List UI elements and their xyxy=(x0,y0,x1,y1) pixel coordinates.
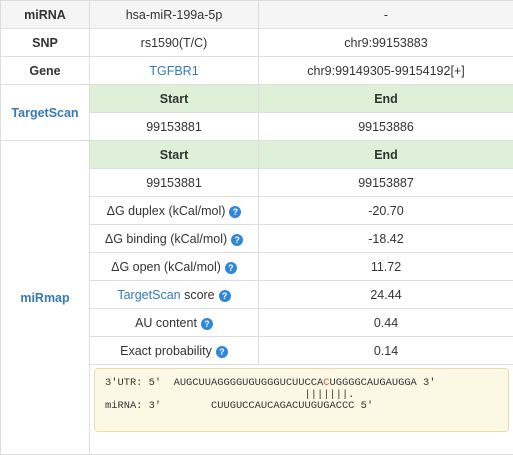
info-icon[interactable]: ? xyxy=(224,261,237,274)
mirmap-end-header: End xyxy=(258,140,513,169)
metric-value: 24.44 xyxy=(258,280,513,309)
gene-link[interactable]: TGFBR1 xyxy=(149,64,198,78)
alignment-pairs: |||||||. xyxy=(105,388,355,401)
targetscan-start: 99153881 xyxy=(89,112,259,141)
targetscan-label: TargetScan xyxy=(0,84,90,141)
targetscan-start-header: Start xyxy=(89,84,259,113)
metric-label: score xyxy=(180,287,215,302)
gene-position: chr9:99149305-99154192[+] xyxy=(258,56,513,85)
utr-seq-suffix: UGGGGCAUGAUGGA 3' xyxy=(329,377,436,389)
targetscan-link[interactable]: TargetScan xyxy=(117,288,180,302)
gene-label: Gene xyxy=(0,56,90,85)
metric-label: ΔG open (kCal/mol) xyxy=(111,259,221,274)
alignment-cell: 3'UTR: 5' AUGCUUAGGGGUGUGGGUCUUCCACUGGGG… xyxy=(89,364,513,455)
alignment-box: 3'UTR: 5' AUGCUUAGGGGUGUGGGUCUUCCACUGGGG… xyxy=(94,368,509,432)
mirna-value: hsa-miR-199a-5p xyxy=(89,0,259,29)
mirmap-label: miRmap xyxy=(0,140,90,455)
gene-row: Gene TGFBR1 chr9:99149305-99154192[+] xyxy=(0,56,513,85)
metric-label-cell: TargetScan score? xyxy=(89,280,259,309)
targetscan-header-row: TargetScan Start End xyxy=(0,84,513,141)
targetscan-end: 99153886 xyxy=(258,112,513,141)
mirna-label: miRNA xyxy=(0,0,90,29)
metric-label: Exact probability xyxy=(120,343,212,358)
mirna-extra: - xyxy=(258,0,513,29)
metric-value: 0.14 xyxy=(258,336,513,365)
metric-label-cell: ΔG open (kCal/mol)? xyxy=(89,252,259,281)
snp-label: SNP xyxy=(0,28,90,57)
info-icon[interactable]: ? xyxy=(200,317,213,330)
targetscan-end-header: End xyxy=(258,84,513,113)
mirna-row: miRNA hsa-miR-199a-5p - xyxy=(0,0,513,29)
mirmap-start-header: Start xyxy=(89,140,259,169)
metric-value: 11.72 xyxy=(258,252,513,281)
snp-position: chr9:99153883 xyxy=(258,28,513,57)
mirmap-start: 99153881 xyxy=(89,168,259,197)
metric-label-cell: AU content? xyxy=(89,308,259,337)
metric-value: -20.70 xyxy=(258,196,513,225)
utr-seq-prefix: 3'UTR: 5' AUGCUUAGGGGUGUGGGUCUUCCA xyxy=(105,377,324,389)
metric-label-cell: ΔG binding (kCal/mol)? xyxy=(89,224,259,253)
snp-row: SNP rs1590(T/C) chr9:99153883 xyxy=(0,28,513,57)
info-icon[interactable]: ? xyxy=(218,289,231,302)
snp-detail-table: miRNA hsa-miR-199a-5p - SNP rs1590(T/C) … xyxy=(0,0,513,455)
info-icon[interactable]: ? xyxy=(229,205,242,218)
metric-label: AU content xyxy=(135,315,197,330)
info-icon[interactable]: ? xyxy=(215,345,228,358)
metric-label-cell: ΔG duplex (kCal/mol)? xyxy=(89,196,259,225)
mirmap-end: 99153887 xyxy=(258,168,513,197)
metric-value: -18.42 xyxy=(258,224,513,253)
snp-value: rs1590(T/C) xyxy=(89,28,259,57)
metric-value: 0.44 xyxy=(258,308,513,337)
mirna-seq: miRNA: 3' CUUGUCCAUCAGACUUGUGACCC 5' xyxy=(105,400,374,412)
metric-label-cell: Exact probability? xyxy=(89,336,259,365)
info-icon[interactable]: ? xyxy=(231,233,244,246)
mirmap-header-row: miRmap Start End xyxy=(0,140,513,455)
gene-link-cell: TGFBR1 xyxy=(89,56,259,85)
metric-label: ΔG binding (kCal/mol) xyxy=(104,231,228,246)
metric-label: ΔG duplex (kCal/mol) xyxy=(106,203,226,218)
